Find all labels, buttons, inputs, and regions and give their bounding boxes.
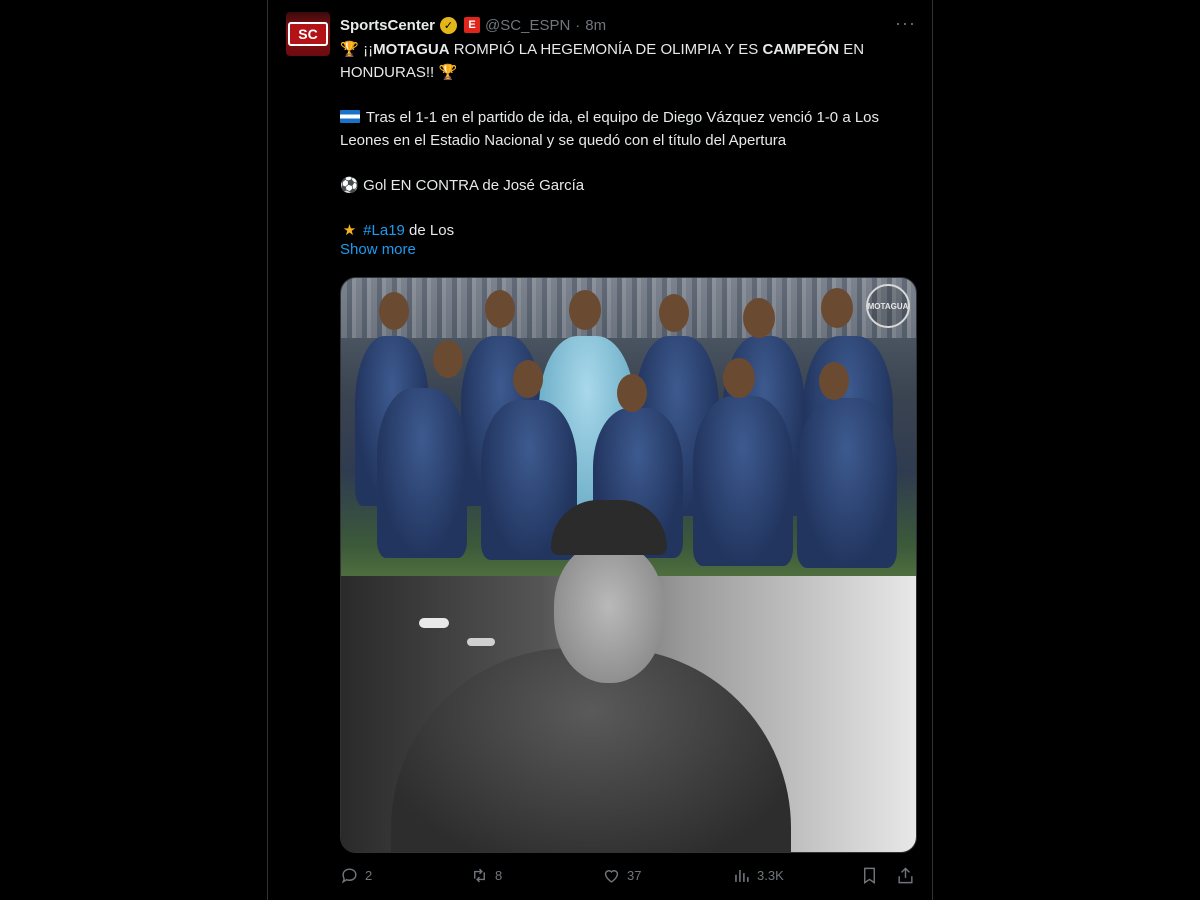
avatar[interactable]: SC [286,12,330,56]
player-head [723,358,755,398]
match-summary-text: Tras el 1-1 en el partido de ida, el equ… [340,109,880,149]
reply-button[interactable]: 2 [340,866,372,885]
ceiling-light [419,618,449,628]
reply-icon [341,868,357,884]
coach-face [554,543,664,683]
player-head [513,360,543,398]
headline-text-1: ¡¡ [363,41,374,58]
player-head [659,294,689,332]
title-count-paragraph: ★ #La19 de Los [340,219,920,242]
goal-text: Gol EN CONTRA de José García [363,177,585,194]
like-count: 37 [627,868,642,883]
player-head [379,292,409,330]
views-button[interactable]: 3.3K [732,866,784,885]
player-head [433,340,463,378]
headline-bold-campeon: CAMPEÓN [762,41,840,58]
trophy-icon: 🏆 [438,64,458,81]
tweet-text: 🏆 ¡¡MOTAGUA ROMPIÓ LA HEGEMONÍA DE OLIMP… [340,38,920,242]
headline-bold-motagua: MOTAGUA [373,41,450,58]
bookmark-icon [864,867,875,884]
show-more-link[interactable]: Show more [340,241,416,258]
honduras-flag-icon [340,110,360,123]
ceiling-light [467,638,495,646]
repost-icon [474,868,485,883]
goal-paragraph: ⚽ Gol EN CONTRA de José García [340,174,920,197]
player-head [819,362,849,400]
player-figure [797,398,897,568]
player-figure [693,396,793,566]
player-head [617,374,647,412]
title-count-text: de Los [404,222,455,239]
hashtag-link[interactable]: #La19 [363,222,405,239]
separator-dot: · [575,16,581,34]
verified-badge-icon[interactable]: ✓ [440,16,458,34]
share-icon [898,867,913,884]
display-name[interactable]: SportsCenter [340,17,435,34]
heart-icon [604,870,619,883]
star-icon: ★ [342,222,357,239]
headline-paragraph: 🏆 ¡¡MOTAGUA ROMPIÓ LA HEGEMONÍA DE OLIMP… [340,38,920,84]
tweet[interactable]: SC SportsCenter ✓ E @SC_ESPN · 8m ··· 🏆 … [268,0,932,900]
more-options-icon[interactable]: ··· [895,12,916,34]
player-head [743,298,775,338]
analytics-icon [735,869,749,882]
reply-count: 2 [365,868,373,883]
soccer-ball-icon: ⚽ [340,177,359,194]
right-column-divider [932,0,933,900]
espn-affiliate-icon[interactable]: E [464,17,481,33]
motagua-badge-watermark: MOTAGUA [866,284,910,328]
match-summary-paragraph: Tras el 1-1 en el partido de ida, el equ… [340,106,920,152]
tweet-image[interactable]: MOTAGUA [340,277,917,853]
repost-button[interactable]: 8 [470,866,502,885]
player-figure [377,388,467,558]
headline-text-2: ROMPIÓ LA HEGEMONÍA DE OLIMPIA Y ES [449,41,763,58]
sportscenter-logo: SC [288,22,328,46]
bookmark-button[interactable] [860,866,879,885]
player-head [569,290,601,330]
player-head [821,288,853,328]
view-count: 3.3K [757,868,784,883]
handle[interactable]: @SC_ESPN [485,17,570,34]
player-head [485,290,515,328]
share-button[interactable] [896,866,915,885]
repost-count: 8 [495,868,503,883]
tweet-actions-bar: 2 8 37 3.3K [340,866,920,890]
trophy-icon: 🏆 [340,41,359,58]
tweet-header: SportsCenter ✓ E @SC_ESPN · 8m [340,14,606,36]
like-button[interactable]: 37 [602,866,641,885]
timestamp[interactable]: 8m [585,17,606,34]
